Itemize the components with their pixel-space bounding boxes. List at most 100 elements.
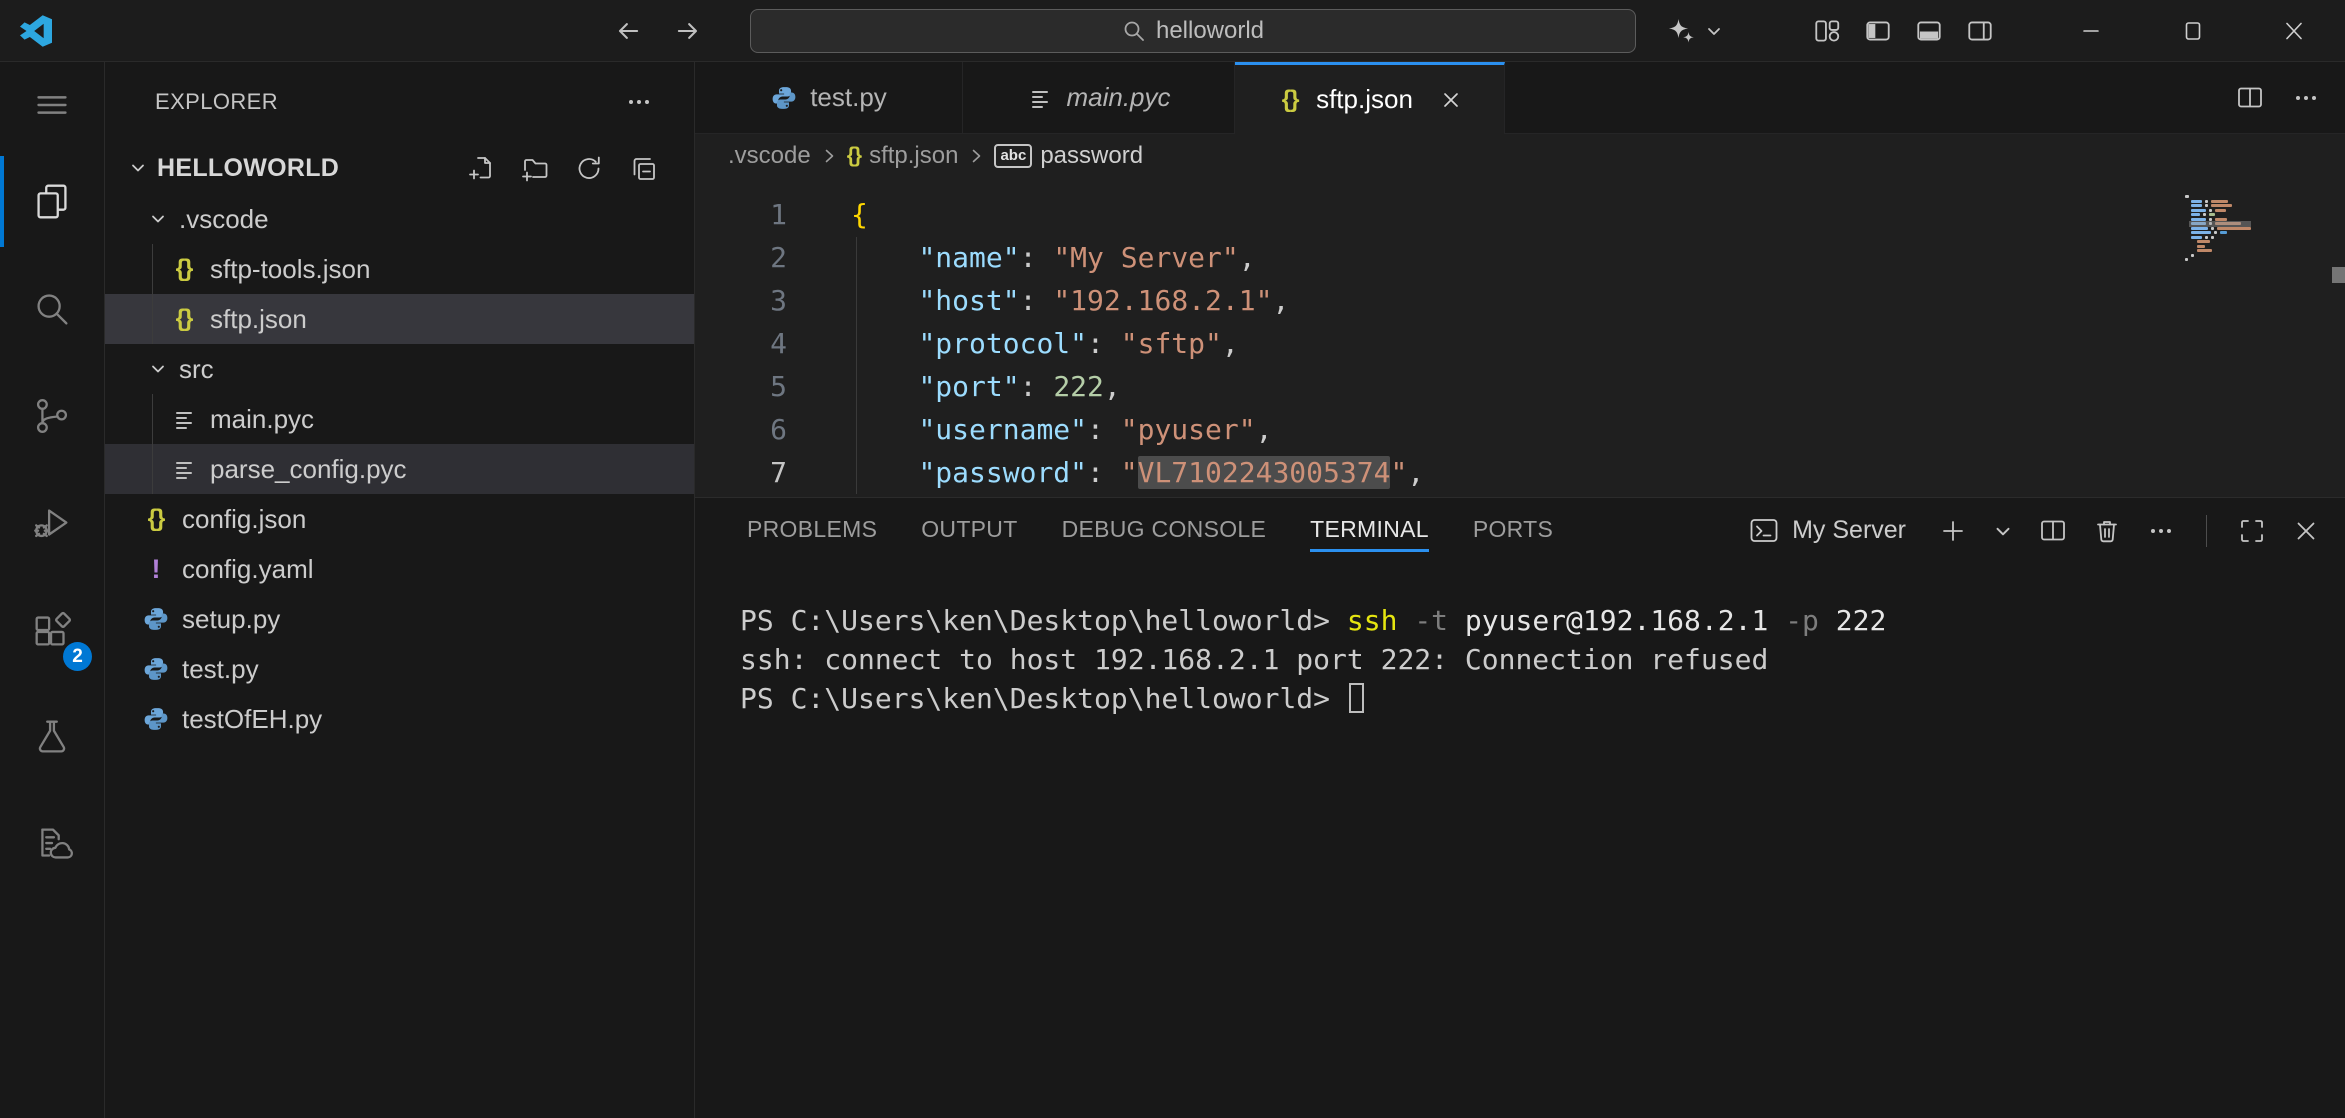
activity-item-run-debug[interactable]: [0, 469, 104, 576]
source-control-icon: [29, 393, 75, 439]
new-terminal-icon[interactable]: [1938, 516, 1968, 546]
tree-item-label: testOfEH.py: [182, 704, 322, 735]
minimap-line: [2181, 258, 2331, 261]
workspace-section-header[interactable]: HELLOWORLD: [105, 142, 694, 194]
tab-sftp.json[interactable]: {}sftp.json: [1235, 62, 1505, 134]
copilot-icon[interactable]: [1666, 16, 1696, 46]
terminal-launch-chevron-icon[interactable]: [1992, 520, 2014, 542]
panel-header: PROBLEMS OUTPUT DEBUG CONSOLE TERMINAL PORTS…: [695, 498, 2345, 563]
breadcrumb-item-.vscode[interactable]: .vscode: [728, 142, 811, 170]
tree-item-config.yaml[interactable]: ! config.yaml: [105, 544, 694, 594]
customize-layout-icon[interactable]: [1812, 16, 1842, 46]
editor[interactable]: 1{2 "name": "My Server",3 "host": "192.1…: [695, 177, 2345, 497]
kill-terminal-icon[interactable]: [2092, 516, 2122, 546]
tree-item-setup.py[interactable]: setup.py: [105, 594, 694, 644]
panel-tab-terminal[interactable]: TERMINAL: [1310, 510, 1429, 552]
breadcrumb-item-password[interactable]: abcpassword: [994, 142, 1143, 170]
minimap-line: [2181, 204, 2331, 207]
toggle-primary-sidebar-icon[interactable]: [1863, 16, 1893, 46]
code-line[interactable]: 2 "name": "My Server",: [695, 236, 2345, 279]
json-file-icon: {}: [142, 505, 170, 533]
tree-item-src[interactable]: src: [105, 344, 694, 394]
panel-tab-output[interactable]: OUTPUT: [921, 510, 1017, 552]
explorer-icon: [29, 179, 75, 225]
activity-item-remote-explorer[interactable]: [0, 790, 104, 897]
chevron-down-icon: [125, 155, 151, 181]
refresh-icon[interactable]: [574, 153, 604, 183]
code-line[interactable]: 1{: [695, 193, 2345, 236]
tree-item-sftp.json[interactable]: {}sftp.json: [105, 294, 694, 344]
toggle-secondary-sidebar-icon[interactable]: [1965, 16, 1995, 46]
testing-icon: [29, 714, 75, 760]
search-icon: [1122, 19, 1146, 43]
tab-test.py[interactable]: test.py: [695, 62, 963, 133]
tree-item-config.json[interactable]: {}config.json: [105, 494, 694, 544]
close-tab-icon[interactable]: [1439, 88, 1463, 112]
activity-item-extensions[interactable]: 2: [0, 576, 104, 683]
tree-item-.vscode[interactable]: .vscode: [105, 194, 694, 244]
tree-item-sftp-tools.json[interactable]: {} sftp-tools.json: [105, 244, 694, 294]
terminal-session[interactable]: My Server: [1748, 515, 1906, 547]
minimap-line: [2181, 227, 2331, 230]
toggle-panel-icon[interactable]: [1914, 16, 1944, 46]
code-line[interactable]: 7 "password": "VL7102243005374",: [695, 451, 2345, 494]
forward-button[interactable]: [672, 15, 704, 47]
minimap-line: [2181, 236, 2331, 239]
copilot-chevron-icon[interactable]: [1704, 21, 1724, 41]
split-editor-icon[interactable]: [2235, 83, 2265, 113]
tree-item-testOfEH.py[interactable]: testOfEH.py: [105, 694, 694, 744]
code-line[interactable]: 6 "username": "pyuser",: [695, 408, 2345, 451]
yaml-file-icon: !: [142, 554, 170, 585]
breadcrumb: .vscode {}sftp.json abcpassword: [695, 134, 2345, 177]
tab-main.pyc[interactable]: main.pyc: [963, 62, 1235, 133]
json-file-icon: {}: [170, 255, 198, 283]
activity-item-search[interactable]: [0, 255, 104, 362]
divider: [2206, 515, 2207, 547]
tree-item-label: sftp-tools.json: [210, 254, 370, 285]
panel-more-actions-icon[interactable]: [2146, 516, 2176, 546]
command-center-search[interactable]: helloworld: [750, 9, 1636, 53]
activity-item-source-control[interactable]: [0, 362, 104, 469]
minimize-button[interactable]: [2040, 0, 2142, 61]
maximize-button[interactable]: [2142, 0, 2244, 61]
line-number: 5: [695, 365, 787, 408]
tab-label: test.py: [810, 82, 887, 113]
new-folder-icon[interactable]: [520, 153, 550, 183]
close-window-button[interactable]: [2243, 0, 2345, 61]
json-file-icon: {}: [1276, 86, 1304, 114]
minimap-line: [2181, 254, 2331, 257]
minimap[interactable]: [2181, 195, 2331, 263]
indent-guide: [152, 394, 153, 494]
tree-item-label: .vscode: [179, 204, 269, 235]
tree-item-main.pyc[interactable]: main.pyc: [105, 394, 694, 444]
maximize-panel-icon[interactable]: [2237, 516, 2267, 546]
explorer-more-actions-icon[interactable]: [624, 87, 654, 117]
code-line[interactable]: 5 "port": 222,: [695, 365, 2345, 408]
tree-item-test.py[interactable]: test.py: [105, 644, 694, 694]
tree-item-parse_config.pyc[interactable]: parse_config.pyc: [105, 444, 694, 494]
split-terminal-icon[interactable]: [2038, 516, 2068, 546]
code-line[interactable]: 4 "protocol": "sftp",: [695, 322, 2345, 365]
code-line[interactable]: 3 "host": "192.168.2.1",: [695, 279, 2345, 322]
activity-item-explorer[interactable]: [0, 148, 104, 255]
tree-item-label: main.pyc: [210, 404, 314, 435]
string-symbol-icon: abc: [994, 144, 1032, 168]
activity-item-testing[interactable]: [0, 683, 104, 790]
line-number: 3: [695, 279, 787, 322]
panel-tab-problems[interactable]: PROBLEMS: [747, 510, 877, 552]
editor-code: 1{2 "name": "My Server",3 "host": "192.1…: [695, 177, 2345, 494]
editor-more-actions-icon[interactable]: [2291, 83, 2321, 113]
activity-item-menu[interactable]: [0, 62, 104, 148]
minimap-line: [2181, 213, 2331, 216]
collapse-all-icon[interactable]: [628, 153, 658, 183]
close-panel-icon[interactable]: [2291, 516, 2321, 546]
panel-tab-debug-console[interactable]: DEBUG CONSOLE: [1062, 510, 1267, 552]
tree-item-label: config.yaml: [182, 554, 314, 585]
panel-tabs: PROBLEMS OUTPUT DEBUG CONSOLE TERMINAL PORTS: [747, 510, 1748, 552]
new-file-icon[interactable]: [466, 153, 496, 183]
panel-tab-ports[interactable]: PORTS: [1473, 510, 1553, 552]
terminal-output[interactable]: PS C:\Users\ken\Desktop\helloworld> ssh …: [695, 563, 2345, 718]
minimap-line: [2181, 249, 2331, 252]
back-button[interactable]: [612, 15, 644, 47]
breadcrumb-item-sftp.json[interactable]: {}sftp.json: [847, 142, 959, 170]
